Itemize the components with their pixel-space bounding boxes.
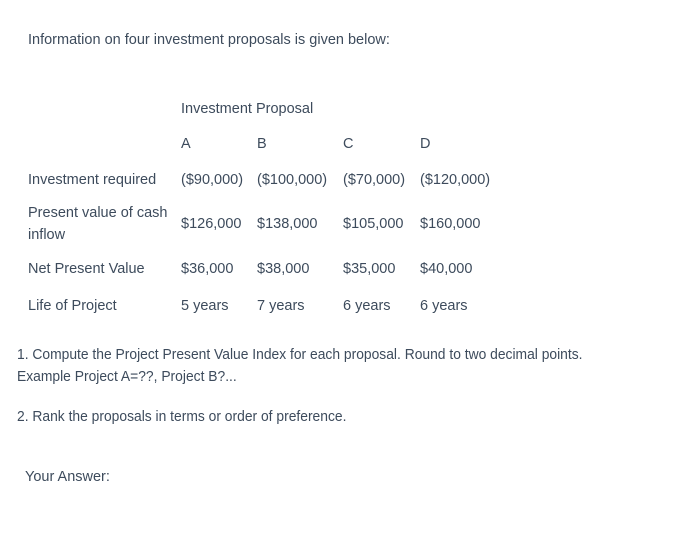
row-label-investment-required: Investment required [28,171,157,188]
cell-present-value-b: $138,000 [257,216,318,232]
table-row: Net Present Value $36,000 $38,000 $35,00… [28,250,506,287]
column-header-a: A [181,135,191,152]
cell-present-value-d: $160,000 [420,216,481,232]
column-header-c: C [343,135,354,152]
intro-paragraph: Information on four investment proposals… [28,32,390,48]
spacer-cell [28,126,181,161]
cell-investment-required-a: ($90,000) [181,171,244,188]
worksheet-page: Information on four investment proposals… [0,0,678,535]
cell-life-of-project-a: 5 years [181,297,229,314]
cell-net-present-value-c: $35,000 [343,260,396,277]
cell-present-value-a: $126,000 [181,216,242,232]
cell-net-present-value-d: $40,000 [420,260,473,277]
cell-net-present-value-a: $36,000 [181,260,234,277]
question-2: 2. Rank the proposals in terms or order … [17,409,347,425]
column-header-b: B [257,135,267,152]
your-answer-label: Your Answer: [25,469,110,485]
cell-investment-required-b: ($100,000) [257,171,328,188]
row-label-net-present-value: Net Present Value [28,260,145,277]
table-group-header-row: Investment Proposal [28,92,506,126]
table-row: Present value of cash inflow $126,000 $1… [28,198,506,250]
table-row: Investment required ($90,000) ($100,000)… [28,161,506,198]
cell-investment-required-c: ($70,000) [343,171,406,188]
row-label-life-of-project: Life of Project [28,297,117,314]
cell-investment-required-d: ($120,000) [420,171,491,188]
cell-net-present-value-b: $38,000 [257,260,310,277]
table-row: Life of Project 5 years 7 years 6 years … [28,287,506,324]
group-header-investment-proposal: Investment Proposal [181,101,314,117]
cell-life-of-project-d: 6 years [420,297,468,314]
table-column-letters-row: A B C D [28,126,506,161]
row-label-present-value-of-cash-inflow: Present value of cash inflow [28,205,168,243]
column-header-d: D [420,135,431,152]
question-1: 1. Compute the Project Present Value Ind… [17,347,583,385]
spacer-cell [28,92,181,126]
cell-life-of-project-c: 6 years [343,297,391,314]
investment-proposal-table: Investment Proposal A B C D Investment r… [28,92,506,324]
cell-life-of-project-b: 7 years [257,297,305,314]
cell-present-value-c: $105,000 [343,216,404,232]
